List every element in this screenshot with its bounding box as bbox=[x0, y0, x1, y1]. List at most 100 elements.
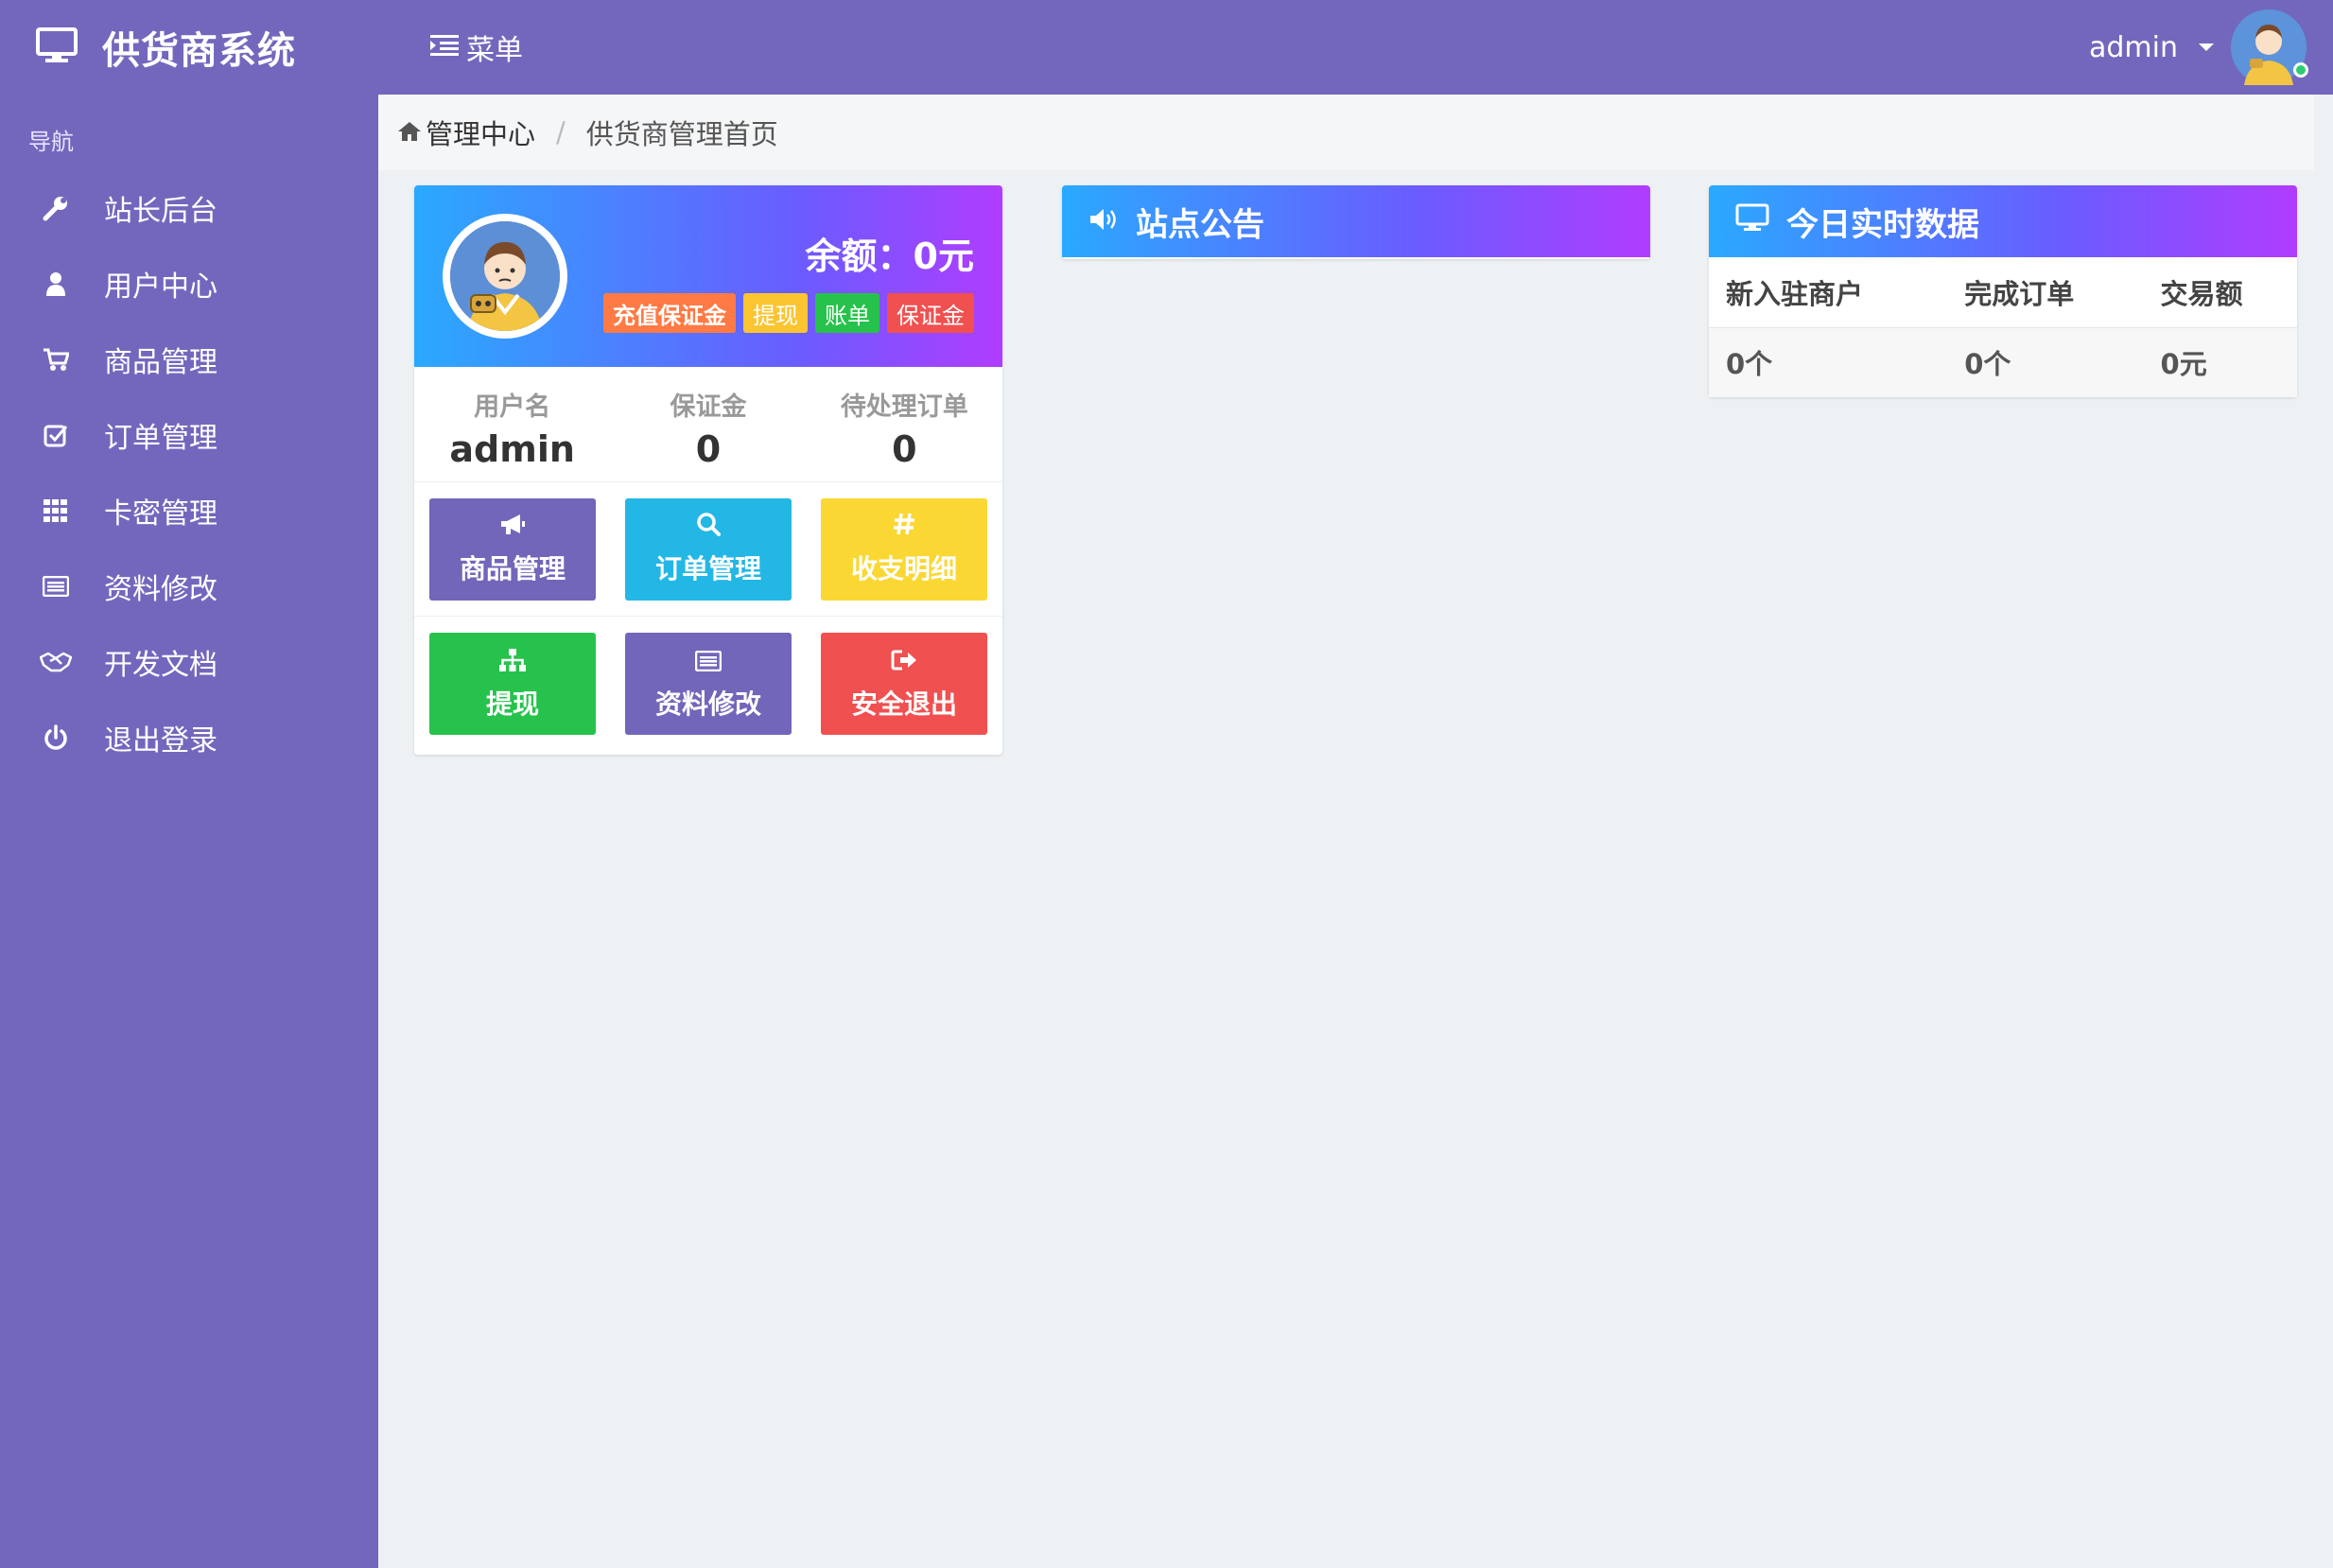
safe-logout-button[interactable]: 安全退出 bbox=[821, 633, 987, 735]
sidebar-item-label: 商品管理 bbox=[104, 346, 218, 379]
logout-icon bbox=[891, 647, 917, 678]
grid-icon bbox=[40, 495, 72, 527]
sidebar-item-label: 开发文档 bbox=[104, 649, 218, 682]
cart-icon bbox=[40, 343, 72, 375]
profile-card: 余额：0元 充值保证金 提现 账单 保证金 用户名 admin 保证金 0 待处… bbox=[414, 185, 1002, 755]
tile-label: 收支明细 bbox=[850, 553, 957, 584]
power-icon bbox=[40, 722, 72, 754]
breadcrumb-home-label: 管理中心 bbox=[426, 118, 536, 150]
breadcrumb-separator: / bbox=[556, 116, 566, 148]
stat-pending-orders: 待处理订单 0 bbox=[807, 367, 1002, 481]
card-icon bbox=[694, 647, 723, 678]
tile-label: 安全退出 bbox=[850, 688, 957, 720]
wrench-icon bbox=[40, 192, 72, 224]
panel-title: 今日实时数据 bbox=[1786, 205, 1979, 244]
home-icon bbox=[397, 116, 422, 148]
table-cell: 0个 bbox=[1726, 348, 1773, 381]
stat-value: admin bbox=[449, 428, 575, 470]
recharge-deposit-badge[interactable]: 充值保证金 bbox=[603, 293, 736, 333]
sidebar-item-orders[interactable]: 订单管理 bbox=[0, 397, 378, 473]
panel-title: 站点公告 bbox=[1136, 205, 1264, 244]
sidebar-item-dev-docs[interactable]: 开发文档 bbox=[0, 624, 378, 700]
tile-label: 提现 bbox=[485, 688, 539, 720]
breadcrumb-home-link[interactable]: 管理中心 bbox=[397, 113, 535, 152]
quick-action-grid: 商品管理 订单管理 收支明细 提现 资料修改 安全退出 bbox=[414, 482, 1002, 751]
tile-label: 商品管理 bbox=[459, 553, 566, 584]
sidebar-item-label: 用户中心 bbox=[104, 270, 218, 304]
today-data-panel: 今日实时数据 新入驻商户 完成订单 交易额 0个 0个 0元 bbox=[1709, 185, 2297, 397]
income-expense-button[interactable]: 收支明细 bbox=[821, 497, 987, 601]
breadcrumb: 管理中心 / 供货商管理首页 bbox=[378, 95, 2314, 170]
deposit-badge[interactable]: 保证金 bbox=[887, 293, 974, 333]
column-header: 新入驻商户 bbox=[1709, 257, 1948, 328]
stat-value: 0 bbox=[892, 428, 917, 470]
checkbox-icon bbox=[40, 419, 72, 451]
column-header: 交易额 bbox=[2143, 257, 2297, 328]
stat-label: 用户名 bbox=[474, 392, 551, 422]
breadcrumb-current: 供货商管理首页 bbox=[585, 118, 778, 150]
nav-header: 导航 bbox=[28, 129, 74, 155]
top-bar: 供货商系统 菜单 admin bbox=[0, 0, 2333, 95]
sidebar-item-card-keys[interactable]: 卡密管理 bbox=[0, 473, 378, 549]
sidebar-item-label: 资料修改 bbox=[104, 573, 218, 606]
withdraw-badge[interactable]: 提现 bbox=[743, 293, 808, 333]
user-name: admin bbox=[2089, 30, 2178, 64]
profile-stats: 用户名 admin 保证金 0 待处理订单 0 bbox=[414, 367, 1002, 482]
today-data-table: 新入驻商户 完成订单 交易额 0个 0个 0元 bbox=[1709, 257, 2297, 397]
volume-icon bbox=[1088, 202, 1119, 240]
stat-username: 用户名 admin bbox=[414, 367, 610, 481]
sidebar: 导航 站长后台 用户中心 商品管理 订单管理 卡密管理 资料修改 开发文档 退出… bbox=[0, 95, 378, 1568]
sidebar-item-label: 订单管理 bbox=[104, 422, 218, 455]
profile-header: 余额：0元 充值保证金 提现 账单 保证金 bbox=[414, 185, 1002, 367]
table-row: 0个 0个 0元 bbox=[1709, 327, 2297, 397]
monitor-icon bbox=[36, 27, 78, 67]
tile-label: 订单管理 bbox=[654, 553, 761, 584]
user-menu[interactable]: admin bbox=[2089, 0, 2308, 95]
panel-header: 站点公告 bbox=[1062, 185, 1650, 257]
edit-profile-button[interactable]: 资料修改 bbox=[625, 633, 792, 735]
stat-deposit: 保证金 0 bbox=[610, 367, 806, 481]
sidebar-item-admin[interactable]: 站长后台 bbox=[0, 170, 378, 246]
sitemap-icon bbox=[499, 647, 526, 678]
panel-header: 今日实时数据 bbox=[1709, 185, 2297, 257]
bill-badge[interactable]: 账单 bbox=[815, 293, 879, 333]
bullhorn-icon bbox=[499, 512, 526, 543]
caret-down-icon bbox=[2199, 44, 2214, 51]
table-header-row: 新入驻商户 完成订单 交易额 bbox=[1709, 257, 2297, 328]
brand-title: 供货商系统 bbox=[102, 29, 296, 73]
stat-value: 0 bbox=[695, 428, 722, 470]
column-header: 完成订单 bbox=[1947, 257, 2144, 328]
sidebar-item-products[interactable]: 商品管理 bbox=[0, 322, 378, 397]
sidebar-item-user-center[interactable]: 用户中心 bbox=[0, 246, 378, 322]
table-cell: 0个 bbox=[1964, 348, 2011, 381]
online-status-dot bbox=[2293, 62, 2308, 78]
hash-icon bbox=[892, 512, 916, 543]
sidebar-item-label: 站长后台 bbox=[104, 195, 218, 228]
avatar[interactable] bbox=[2231, 9, 2308, 85]
withdraw-button[interactable]: 提现 bbox=[429, 633, 596, 735]
table-cell: 0元 bbox=[2160, 348, 2207, 381]
sidebar-item-profile-edit[interactable]: 资料修改 bbox=[0, 549, 378, 624]
profile-avatar bbox=[443, 214, 567, 339]
badge-group: 充值保证金 提现 账单 保证金 bbox=[603, 293, 974, 333]
stat-label: 待处理订单 bbox=[840, 392, 968, 422]
tile-label: 资料修改 bbox=[654, 688, 761, 720]
indent-icon bbox=[430, 31, 459, 64]
menu-toggle-button[interactable]: 菜单 bbox=[430, 0, 523, 95]
product-management-button[interactable]: 商品管理 bbox=[429, 497, 596, 601]
brand[interactable]: 供货商系统 bbox=[36, 0, 296, 95]
sidebar-item-label: 卡密管理 bbox=[104, 497, 218, 531]
sidebar-item-label: 退出登录 bbox=[104, 724, 218, 758]
menu-label: 菜单 bbox=[466, 34, 523, 67]
monitor-icon bbox=[1735, 202, 1769, 240]
stat-label: 保证金 bbox=[670, 392, 747, 422]
order-management-button[interactable]: 订单管理 bbox=[625, 497, 792, 601]
site-notice-panel: 站点公告 bbox=[1062, 185, 1650, 259]
balance-text: 余额：0元 bbox=[805, 235, 974, 277]
card-icon bbox=[40, 570, 72, 602]
handshake-icon bbox=[40, 646, 72, 678]
user-icon bbox=[40, 268, 72, 300]
search-icon bbox=[696, 512, 721, 543]
nav-list: 站长后台 用户中心 商品管理 订单管理 卡密管理 资料修改 开发文档 退出登录 bbox=[0, 170, 378, 775]
sidebar-item-logout[interactable]: 退出登录 bbox=[0, 700, 378, 775]
